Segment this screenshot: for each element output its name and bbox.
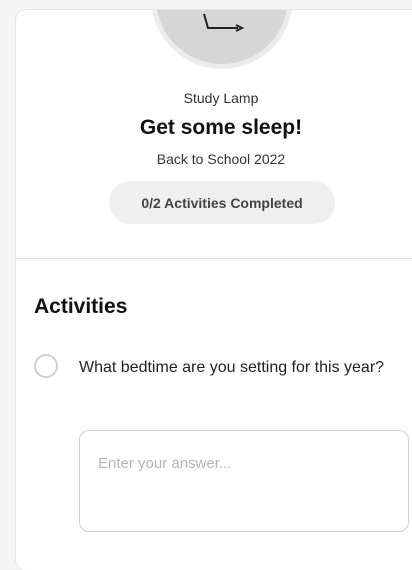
activity-card: Study Lamp Get some sleep! Back to Schoo…	[16, 10, 412, 570]
radio-circle-icon[interactable]	[34, 354, 58, 378]
page-title: Get some sleep!	[139, 116, 303, 139]
answer-input[interactable]: Enter your answer...	[79, 430, 409, 532]
lamp-avatar	[156, 10, 288, 64]
product-name: Study Lamp	[183, 90, 259, 106]
progress-badge: 0/2 Activities Completed	[109, 181, 335, 224]
campaign-name: Back to School 2022	[156, 151, 286, 167]
answer-placeholder: Enter your answer...	[98, 455, 232, 472]
activities-heading: Activities	[34, 295, 128, 318]
activity-question: What bedtime are you setting for this ye…	[79, 359, 385, 376]
divider	[16, 258, 412, 259]
